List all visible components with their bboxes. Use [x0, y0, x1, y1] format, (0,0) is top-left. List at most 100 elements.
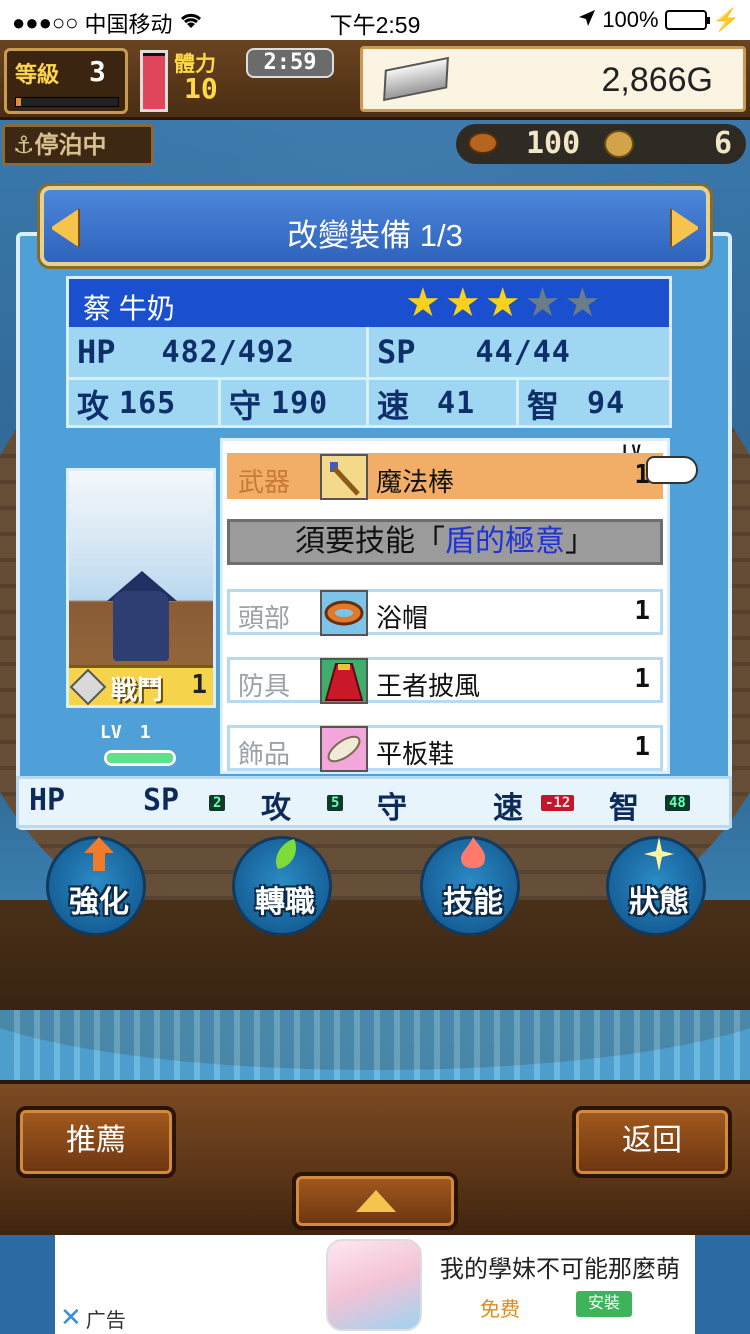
character-sprite [113, 591, 169, 661]
skills-button[interactable]: 技能 [420, 836, 520, 936]
ad-app-icon [326, 1239, 422, 1331]
panel-title: 改變裝備 1/3 [287, 218, 463, 253]
ad-install-button[interactable]: 安裝 [576, 1291, 632, 1317]
bonus-intelligence-value: 48 [665, 795, 690, 811]
resource-row: ⚓停泊中 100 6 [0, 120, 750, 170]
hp-stat: HP 482/492 [69, 327, 369, 377]
equipment-slot-accessory[interactable]: 飾品 平板鞋 1 [227, 725, 663, 772]
defense-label: 守 [229, 386, 262, 425]
upgrade-label: 強化 [69, 885, 129, 920]
hp-value: 482/492 [161, 334, 295, 370]
character-level: LV 1 [100, 722, 151, 743]
recommend-button[interactable]: 推薦 [16, 1106, 176, 1178]
requirement-suffix: 」 [565, 525, 595, 558]
item-name: 王者披風 [376, 671, 481, 701]
slot-category: 飾品 [238, 739, 291, 769]
location-arrow-icon [578, 7, 596, 33]
medal-coin-icon [604, 130, 634, 158]
intelligence-stat: 智 94 [519, 380, 669, 427]
experience-bar [104, 750, 176, 766]
ad-side-right [695, 1235, 750, 1334]
bonus-sp-value: 2 [209, 795, 226, 811]
anchor-icon: ⚓ [13, 131, 35, 159]
bonus-speed-label: 速 [493, 791, 523, 826]
stat-row-attributes: 攻 165 守 190 速 41 智 94 [69, 377, 669, 427]
job-name: 戦鬥 [111, 676, 164, 706]
item-name: 浴帽 [376, 603, 429, 633]
bonus-defense-label: 守 [377, 791, 407, 826]
ad-banner[interactable]: ✕ 广告 我的學妹不可能那麼萌 免费 安裝 [0, 1235, 750, 1334]
close-icon: ✕ [60, 1303, 82, 1333]
ad-side-left [0, 1235, 55, 1334]
item-level: 1 [634, 732, 650, 762]
character-portrait[interactable]: 戦鬥 1 [66, 468, 216, 708]
level-label: 等級 [15, 63, 60, 88]
status-button[interactable]: 狀態 [606, 836, 706, 936]
skill-requirement-notice: 須要技能「盾的極意」 [227, 519, 663, 565]
character-name-row: 蔡 牛奶 ★ ★ ★ ★ ★ [69, 279, 669, 327]
level-progress-fill [16, 98, 22, 106]
job-tag: 戦鬥 1 [69, 665, 213, 706]
ad-close-button[interactable]: ✕ 广告 [56, 1303, 130, 1333]
bonus-attack-label: 攻 [261, 791, 291, 826]
change-job-button[interactable]: 轉職 [232, 836, 332, 936]
bonus-attack-value: 5 [327, 795, 344, 811]
slot-category: 防具 [238, 671, 291, 701]
battery-percent: 100% [602, 7, 659, 32]
star-icon: ★ [484, 280, 521, 326]
panel-header: 改變裝備 1/3 [40, 186, 710, 266]
flat-shoe-icon [320, 726, 368, 772]
bottom-bar: 推薦 返回 [0, 1080, 750, 1235]
character-name: 蔡 牛奶 [83, 293, 175, 324]
sp-label: SP [377, 333, 416, 371]
defense-stat: 守 190 [221, 380, 369, 427]
expand-menu-button[interactable] [292, 1172, 458, 1230]
bonus-intelligence-label: 智 [609, 791, 639, 826]
stat-change-bar: HP SP 2 攻 5 守 速 -12 智 48 [16, 776, 732, 828]
equipment-slot-armor[interactable]: 防具 王者披風 1 [227, 657, 663, 704]
required-skill-name: 盾的極意 [445, 525, 565, 558]
character-level-label: LV [100, 722, 122, 743]
ad-label: 广告 [85, 1307, 126, 1332]
flame-icon [461, 837, 486, 869]
status-right: 100% ⚡ [578, 7, 740, 33]
character-level-value: 1 [139, 722, 151, 743]
requirement-prefix: 須要技能「 [295, 525, 445, 558]
experience-fill [107, 753, 173, 763]
upgrade-button[interactable]: 強化 [46, 836, 146, 936]
resources-box: 100 6 [456, 124, 746, 164]
attack-stat: 攻 165 [69, 380, 221, 427]
top-hud: 等級 3 體力 10 2:59 2,866G [0, 40, 750, 120]
food-value: 100 [526, 126, 581, 161]
ad-price: 免费 [480, 1299, 520, 1321]
job-level: 1 [191, 670, 207, 700]
battery-icon [664, 10, 710, 30]
stamina-value: 10 [184, 72, 218, 105]
equipment-slot-weapon[interactable]: 武器 魔法棒 1 [227, 453, 663, 500]
speed-stat: 速 41 [369, 380, 519, 427]
intelligence-value: 94 [587, 386, 626, 421]
slot-category: 頭部 [238, 603, 291, 633]
star-icon: ★ [564, 280, 601, 326]
skills-label: 技能 [443, 885, 503, 920]
bonus-speed-value: -12 [541, 795, 575, 811]
stat-row-hp-sp: HP 482/492 SP 44/44 [69, 327, 669, 377]
triangle-up-icon [356, 1190, 396, 1212]
leaf-icon [275, 839, 297, 869]
equipment-slot-head[interactable]: 頭部 浴帽 1 [227, 589, 663, 636]
attack-label: 攻 [77, 386, 110, 425]
bonus-hp-label: HP [29, 783, 66, 818]
gold-value: 2,866G [601, 61, 713, 99]
status-label: 狀態 [629, 885, 689, 920]
back-button[interactable]: 返回 [572, 1106, 732, 1178]
docked-status[interactable]: ⚓停泊中 [2, 124, 154, 166]
gold-display[interactable]: 2,866G [360, 46, 746, 112]
character-stats-card: 蔡 牛奶 ★ ★ ★ ★ ★ HP 482/492 SP 44/44 攻 165 守 1… [66, 276, 672, 428]
magic-wand-icon [320, 454, 368, 500]
sword-icon [69, 668, 107, 706]
stamina-fill [143, 55, 165, 109]
ad-title: 我的學妹不可能那麼萌 [440, 1256, 680, 1283]
speed-label: 速 [377, 386, 410, 425]
bath-cap-icon [320, 590, 368, 636]
intelligence-label: 智 [527, 386, 560, 425]
